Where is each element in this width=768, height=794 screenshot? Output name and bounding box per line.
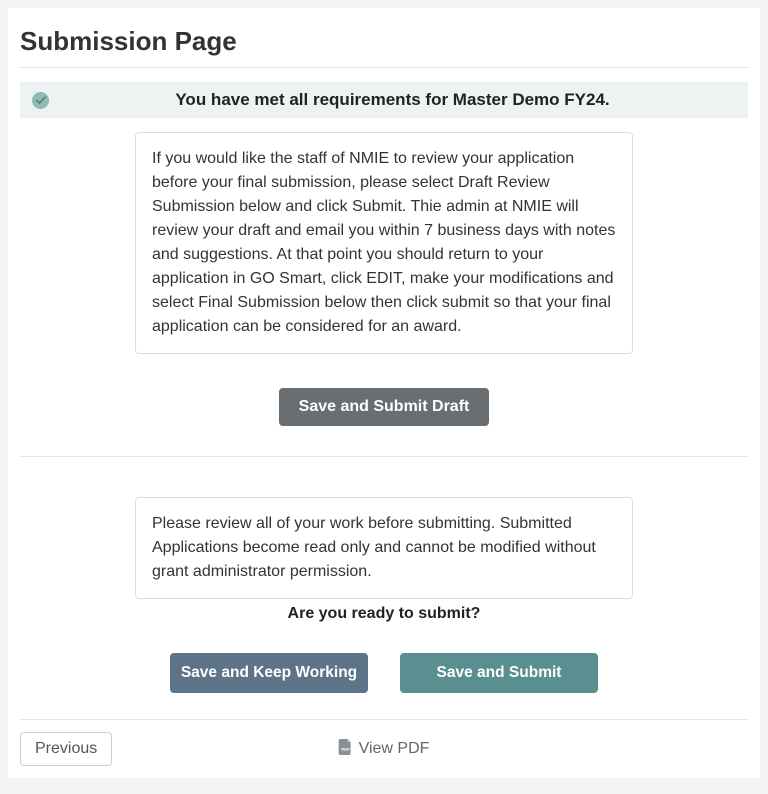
save-keep-working-button[interactable]: Save and Keep Working — [170, 653, 368, 693]
save-submit-button[interactable]: Save and Submit — [400, 653, 598, 693]
section-divider — [20, 456, 748, 457]
status-banner: You have met all requirements for Master… — [20, 82, 748, 118]
final-instructions-box: Please review all of your work before su… — [135, 497, 633, 599]
page-container: Submission Page You have met all require… — [8, 8, 760, 778]
pdf-icon: PDF — [339, 739, 353, 760]
save-submit-draft-button[interactable]: Save and Submit Draft — [279, 388, 490, 426]
footer-bar: Previous PDF View PDF — [20, 719, 748, 766]
checkmark-icon — [32, 92, 49, 109]
draft-instructions-box: If you would like the staff of NMIE to r… — [135, 132, 633, 354]
page-title: Submission Page — [20, 26, 748, 68]
final-button-row: Save and Keep Working Save and Submit — [20, 653, 748, 693]
confirm-question: Are you ready to submit? — [20, 605, 748, 623]
status-message: You have met all requirements for Master… — [49, 90, 736, 110]
draft-button-row: Save and Submit Draft — [20, 388, 748, 426]
previous-button[interactable]: Previous — [20, 732, 112, 766]
view-pdf-label: View PDF — [359, 740, 430, 758]
svg-text:PDF: PDF — [341, 747, 350, 752]
view-pdf-link[interactable]: PDF View PDF — [339, 739, 430, 760]
